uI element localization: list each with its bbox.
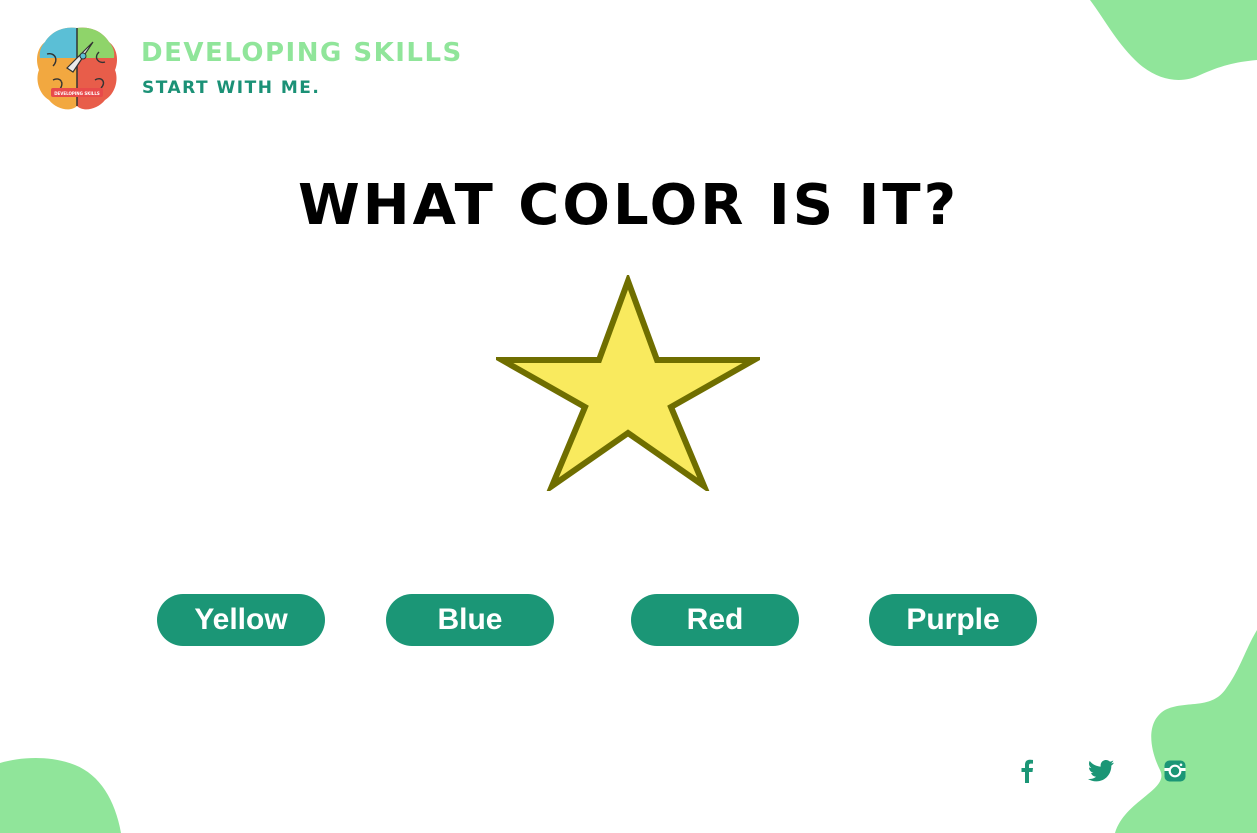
brand-title: Developing Skills <box>141 38 463 68</box>
star-icon <box>496 275 760 491</box>
answer-yellow-button[interactable]: Yellow <box>157 594 325 646</box>
answer-purple-button[interactable]: Purple <box>869 594 1037 646</box>
answer-red-button[interactable]: Red <box>631 594 799 646</box>
instagram-icon[interactable] <box>1161 757 1189 785</box>
svg-text:DEVELOPING SKILLS: DEVELOPING SKILLS <box>54 91 100 96</box>
bottom-left-blob <box>0 758 121 833</box>
top-right-blob <box>1090 0 1257 80</box>
question-heading: What color is it? <box>297 173 960 238</box>
brain-rocket-logo: DEVELOPING SKILLS <box>37 27 117 110</box>
facebook-icon[interactable] <box>1013 757 1041 785</box>
twitter-icon[interactable] <box>1087 757 1115 785</box>
bottom-right-blob <box>1115 630 1257 833</box>
answer-blue-button[interactable]: Blue <box>386 594 554 646</box>
brand-tagline: Start with me. <box>142 78 321 98</box>
